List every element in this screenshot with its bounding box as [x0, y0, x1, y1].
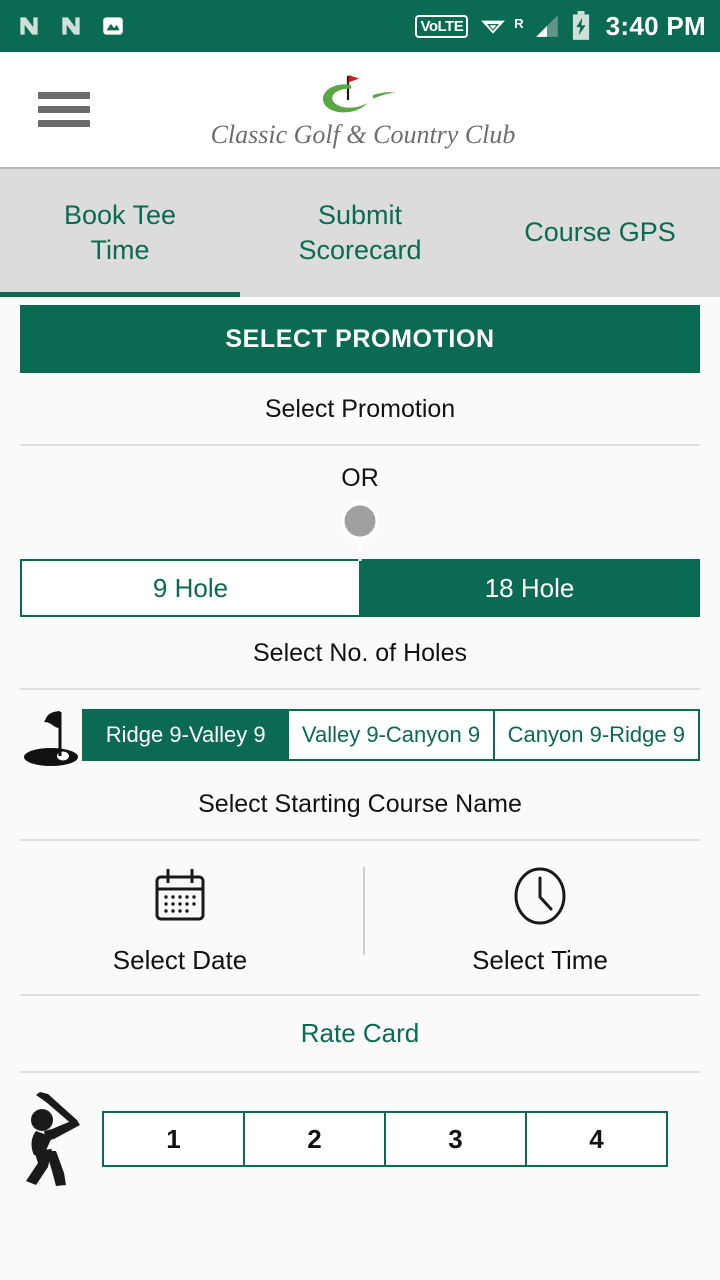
status-bar: VoLTE R 3:40 PM — [0, 0, 720, 52]
tab-label: Submit Scorecard — [298, 199, 422, 265]
tab-label: Course GPS — [524, 217, 676, 248]
course-option-valley-canyon[interactable]: Valley 9-Canyon 9 — [287, 709, 493, 761]
golf-ball-on-tee-icon — [341, 502, 379, 561]
photo-notification-icon — [103, 17, 123, 35]
holes-option-18[interactable]: 18 Hole — [359, 559, 700, 617]
players-option-2[interactable]: 2 — [243, 1111, 384, 1167]
hamburger-bar — [38, 106, 90, 113]
app-header: Classic Golf & Country Club — [0, 52, 720, 167]
hamburger-menu-icon[interactable] — [38, 85, 90, 134]
clock-icon — [514, 867, 566, 925]
holes-segmented-control: 9 Hole 18 Hole — [20, 559, 700, 617]
tab-course-gps[interactable]: Course GPS — [480, 169, 720, 297]
select-time-button[interactable]: Select Time — [360, 865, 720, 976]
wifi-icon — [481, 20, 506, 34]
players-selection-row: 1 2 3 4 — [0, 1073, 720, 1189]
status-bar-indicators: VoLTE R 3:40 PM — [415, 11, 706, 42]
holes-option-9[interactable]: 9 Hole — [20, 559, 359, 617]
hamburger-bar — [38, 92, 90, 99]
golfer-swing-icon — [26, 1092, 80, 1186]
app-screen: VoLTE R 3:40 PM Classic Golf & Country C… — [0, 0, 720, 1280]
hamburger-bar — [38, 120, 90, 127]
holes-caption: Select No. of Holes — [253, 639, 467, 667]
vertical-divider — [363, 867, 365, 955]
or-label: OR — [341, 464, 379, 492]
select-promotion-button[interactable]: SELECT PROMOTION — [20, 305, 700, 373]
players-segmented-control: 1 2 3 4 — [102, 1111, 668, 1167]
signal-bars-icon — [535, 15, 558, 37]
battery-charging-icon — [572, 11, 589, 40]
course-option-ridge-valley[interactable]: Ridge 9-Valley 9 — [82, 709, 288, 761]
select-time-label: Select Time — [472, 945, 608, 975]
rate-card-link[interactable]: Rate Card — [0, 996, 720, 1071]
players-option-4[interactable]: 4 — [525, 1111, 668, 1167]
tab-submit-scorecard[interactable]: Submit Scorecard — [240, 169, 480, 297]
course-segmented-control: Ridge 9-Valley 9 Valley 9-Canyon 9 Canyo… — [82, 709, 700, 761]
date-time-row: Select Date Select Time — [0, 841, 720, 994]
club-name-text: Classic Golf & Country Club — [210, 119, 516, 149]
tab-label: Book Tee Time — [63, 199, 177, 265]
news-notification-icon — [62, 17, 80, 35]
news-notification-icon — [20, 17, 38, 35]
course-selection-row: Ridge 9-Valley 9 Valley 9-Canyon 9 Canyo… — [20, 690, 700, 768]
calendar-icon — [155, 869, 205, 921]
players-option-3[interactable]: 3 — [384, 1111, 525, 1167]
select-date-button[interactable]: Select Date — [0, 865, 360, 976]
players-option-1[interactable]: 1 — [102, 1111, 243, 1167]
course-caption: Select Starting Course Name — [198, 790, 522, 818]
tab-book-tee-time[interactable]: Book Tee Time — [0, 169, 240, 297]
course-option-canyon-ridge[interactable]: Canyon 9-Ridge 9 — [492, 709, 700, 761]
golf-flag-hole-icon — [24, 711, 78, 766]
status-bar-clock: 3:40 PM — [605, 10, 706, 41]
select-date-label: Select Date — [112, 945, 248, 975]
select-promotion-caption: Select Promotion — [264, 395, 456, 423]
status-bar-notifications — [16, 13, 126, 39]
volte-badge: VoLTE — [415, 14, 469, 38]
roaming-indicator: R — [514, 15, 524, 31]
main-content: SELECT PROMOTION Select Promotion OR 9 H… — [0, 305, 720, 1189]
golf-swoosh-logo-icon — [323, 74, 395, 112]
golf-tee-decoration — [0, 493, 720, 561]
tab-bar: Book Tee Time Submit Scorecard Course GPS — [0, 167, 720, 297]
club-logo: Classic Golf & Country Club — [208, 52, 518, 167]
